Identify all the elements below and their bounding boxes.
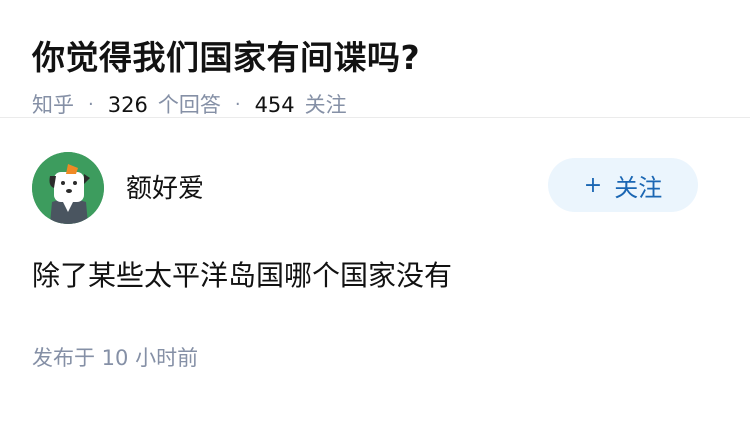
separator-dot: ·	[234, 94, 241, 115]
question-meta: 知乎 · 326 个回答 · 454 关注	[32, 90, 718, 120]
follow-count-label[interactable]: 关注	[305, 90, 347, 120]
follow-button-label: 关注	[614, 173, 663, 202]
answer-content[interactable]: 除了某些太平洋岛国哪个国家没有	[32, 256, 718, 296]
separator-dot: ·	[88, 94, 94, 115]
answer-item: 额好爱 + 关注 除了某些太平洋岛国哪个国家没有 发布于 10 小时前	[0, 150, 750, 372]
answer-count: 326	[107, 93, 148, 117]
follow-count: 454	[254, 93, 295, 117]
author-avatar[interactable]	[32, 152, 104, 224]
question-header: 你觉得我们国家有间谍吗? 知乎 · 326 个回答 · 454 关注	[0, 0, 750, 118]
author-name[interactable]: 额好爱	[126, 168, 204, 205]
dog-avatar-icon	[32, 152, 104, 224]
source-link[interactable]: 知乎	[32, 90, 74, 120]
zhihu-question-page: 你觉得我们国家有间谍吗? 知乎 · 326 个回答 · 454 关注 额好爱 +…	[0, 0, 750, 434]
answer-count-label[interactable]: 个回答	[158, 90, 221, 120]
question-title[interactable]: 你觉得我们国家有间谍吗?	[32, 34, 718, 82]
plus-icon: +	[583, 172, 603, 198]
author-row: 额好爱 + 关注	[32, 150, 718, 226]
answer-publish-time: 发布于 10 小时前	[32, 346, 199, 370]
follow-author-button[interactable]: + 关注	[548, 158, 698, 212]
